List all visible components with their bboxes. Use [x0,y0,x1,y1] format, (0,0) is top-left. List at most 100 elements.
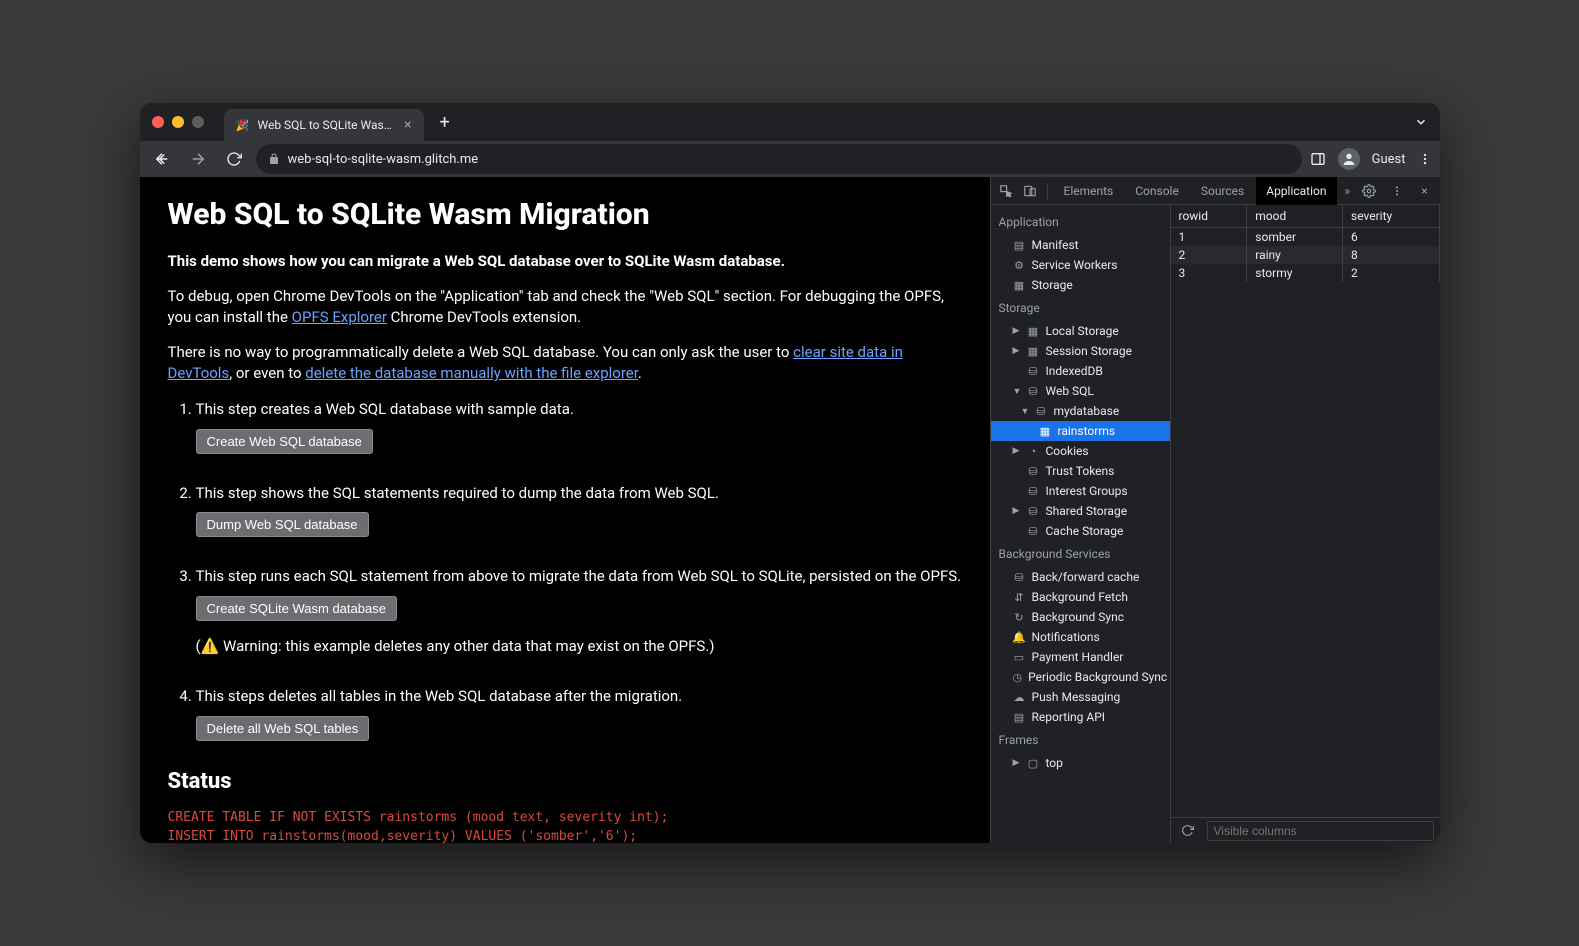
credit-card-icon: ▭ [1013,651,1026,664]
database-icon: ⛁ [1027,485,1040,498]
document-icon: ▤ [1013,239,1026,252]
tab-application[interactable]: Application [1256,177,1336,205]
address-bar: web-sql-to-sqlite-wasm.glitch.me Guest [140,141,1440,177]
sidebar-item-service-workers[interactable]: ⚙Service Workers [991,255,1170,275]
sidebar-item-session-storage[interactable]: ▶▦Session Storage [991,341,1170,361]
sidebar-item-manifest[interactable]: ▤Manifest [991,235,1170,255]
clock-icon: ◷ [1013,671,1023,684]
sidebar-item-websql[interactable]: ▼⛁Web SQL [991,381,1170,401]
delete-tables-button[interactable]: Delete all Web SQL tables [196,716,370,741]
bell-icon: 🔔 [1013,631,1026,644]
refresh-icon[interactable] [1177,820,1199,842]
omnibox[interactable]: web-sql-to-sqlite-wasm.glitch.me [256,144,1302,174]
tab-title: Web SQL to SQLite Wasm Migr [258,118,397,132]
close-devtools-icon[interactable]: × [1414,180,1436,202]
tab-console[interactable]: Console [1125,177,1189,205]
database-icon: ⛁ [1027,505,1040,518]
sidebar-item-local-storage[interactable]: ▶▦Local Storage [991,321,1170,341]
chevron-down-icon[interactable] [1414,115,1428,129]
sidebar-item-mydatabase[interactable]: ▼⛁mydatabase [991,401,1170,421]
section-storage: Storage [991,295,1170,321]
section-application: Application [991,209,1170,235]
reload-button[interactable] [220,145,248,173]
devtools-main: rowid mood severity 1somber6 2rainy8 3st… [1171,205,1440,843]
cookie-icon: ◔ [1027,445,1040,458]
document-icon: ▤ [1013,711,1026,724]
tab-elements[interactable]: Elements [1054,177,1124,205]
url-text: web-sql-to-sqlite-wasm.glitch.me [288,152,479,167]
chevron-right-icon: ▶ [1013,506,1021,516]
sidebar-item-cache-storage[interactable]: ⛁Cache Storage [991,521,1170,541]
titlebar: 🎉 Web SQL to SQLite Wasm Migr × + [140,103,1440,141]
sidebar-item-indexeddb[interactable]: ⛁IndexedDB [991,361,1170,381]
forward-button[interactable] [184,145,212,173]
table-row[interactable]: 2rainy8 [1171,246,1440,264]
new-tab-button[interactable]: + [440,112,450,133]
page-content: Web SQL to SQLite Wasm Migration This de… [140,177,990,843]
kebab-menu-icon[interactable] [1418,152,1432,166]
maximize-window-button[interactable] [192,116,204,128]
devtools-tabbar: Elements Console Sources Application » × [991,177,1440,205]
create-sqlite-button[interactable]: Create SQLite Wasm database [196,596,397,621]
section-bg-services: Background Services [991,541,1170,567]
paragraph-delete: There is no way to programmatically dele… [168,342,962,384]
sidebar-item-shared-storage[interactable]: ▶⛁Shared Storage [991,501,1170,521]
window-controls [152,116,204,128]
create-websql-button[interactable]: Create Web SQL database [196,429,373,454]
data-table: rowid mood severity 1somber6 2rainy8 3st… [1171,205,1440,282]
sidebar-item-payment[interactable]: ▭Payment Handler [991,647,1170,667]
sidebar-item-rainstorms[interactable]: ▦rainstorms [991,421,1170,441]
table-row[interactable]: 1somber6 [1171,228,1440,247]
page-subheading: This demo shows how you can migrate a We… [168,252,962,270]
devtools-sidebar: Application ▤Manifest ⚙Service Workers ▦… [991,205,1171,843]
lock-icon [268,153,280,165]
sidebar-item-interest-groups[interactable]: ⛁Interest Groups [991,481,1170,501]
sidebar-item-storage[interactable]: ▦Storage [991,275,1170,295]
close-tab-icon[interactable]: × [404,117,411,133]
table-icon: ▦ [1027,345,1040,358]
inspect-icon[interactable] [995,180,1017,202]
database-icon: ⛁ [1027,465,1040,478]
back-button[interactable] [148,145,176,173]
close-window-button[interactable] [152,116,164,128]
more-tabs-icon[interactable]: » [1341,184,1355,198]
col-rowid[interactable]: rowid [1171,205,1247,228]
sidebar-item-periodic-sync[interactable]: ◷Periodic Background Sync [991,667,1170,687]
sidebar-item-push[interactable]: ☁Push Messaging [991,687,1170,707]
table-icon: ▦ [1027,325,1040,338]
step-1: This step creates a Web SQL database wit… [196,398,962,454]
sidebar-item-reporting[interactable]: ▤Reporting API [991,707,1170,727]
col-severity[interactable]: severity [1343,205,1439,228]
sidebar-item-back-forward-cache[interactable]: ⛁Back/forward cache [991,567,1170,587]
guest-label: Guest [1372,152,1406,167]
cloud-icon: ☁ [1013,691,1026,704]
tab-sources[interactable]: Sources [1191,177,1254,205]
visible-columns-input[interactable] [1207,821,1434,841]
tab-favicon: 🎉 [236,118,250,132]
step-3: This step runs each SQL statement from a… [196,565,962,657]
table-row[interactable]: 3stormy2 [1171,264,1440,282]
devtools-footer [1171,817,1440,843]
col-mood[interactable]: mood [1247,205,1343,228]
sidebar-item-trust-tokens[interactable]: ⛁Trust Tokens [991,461,1170,481]
sidebar-item-notifications[interactable]: 🔔Notifications [991,627,1170,647]
database-icon: ⛁ [1035,405,1048,418]
sidebar-item-top-frame[interactable]: ▶▢top [991,753,1170,773]
panel-icon[interactable] [1310,151,1326,167]
step-4: This steps deletes all tables in the Web… [196,685,962,741]
profile-avatar-icon[interactable] [1338,148,1360,170]
kebab-icon[interactable] [1386,180,1408,202]
delete-db-manually-link[interactable]: delete the database manually with the fi… [305,364,638,382]
minimize-window-button[interactable] [172,116,184,128]
chevron-right-icon: ▶ [1013,326,1021,336]
step-2: This step shows the SQL statements requi… [196,482,962,538]
gear-icon[interactable] [1358,180,1380,202]
sidebar-item-cookies[interactable]: ▶◔Cookies [991,441,1170,461]
opfs-explorer-link[interactable]: OPFS Explorer [292,308,387,326]
chevron-right-icon: ▶ [1013,346,1021,356]
sidebar-item-bg-fetch[interactable]: ⇵Background Fetch [991,587,1170,607]
dump-websql-button[interactable]: Dump Web SQL database [196,512,369,537]
device-toggle-icon[interactable] [1019,180,1041,202]
sidebar-item-bg-sync[interactable]: ↻Background Sync [991,607,1170,627]
browser-tab[interactable]: 🎉 Web SQL to SQLite Wasm Migr × [224,109,424,141]
